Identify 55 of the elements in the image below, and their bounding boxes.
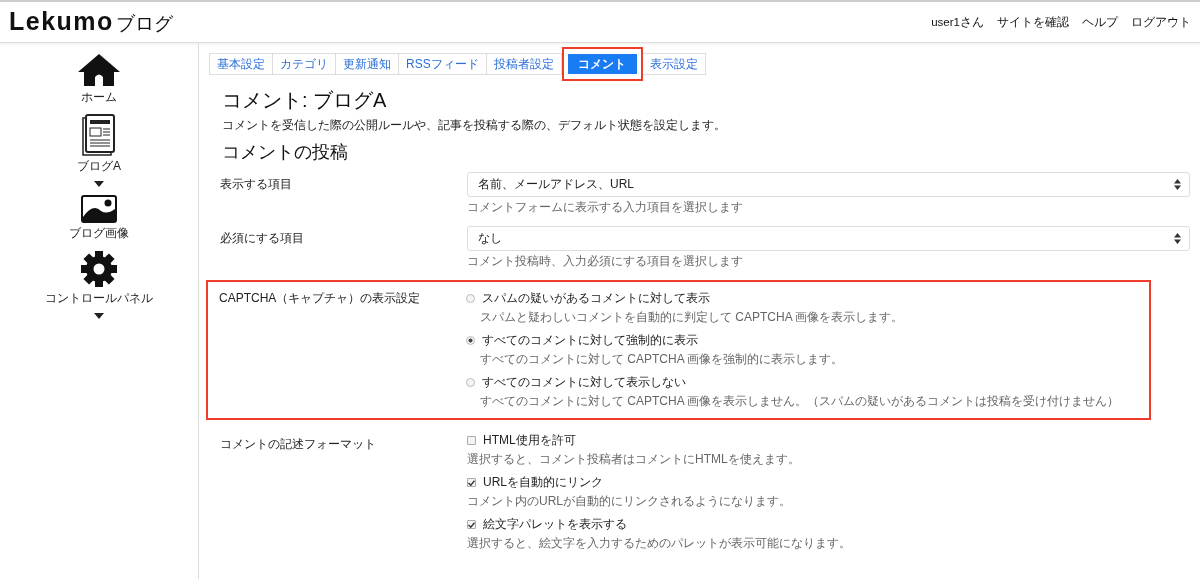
page-description: コメントを受信した際の公開ルールや、記事を投稿する際の、デフォルト状態を設定します。 [222,117,727,134]
help-text: すべてのコメントに対して CAPTCHA 画像を表示しません。（スパムの疑いがあるコメントは投稿を受け付けません） [479,393,1121,410]
radio-button[interactable] [466,378,475,387]
page-title: コメント: ブログA [222,88,388,113]
sidebar-item[interactable]: ブログA [77,158,121,175]
option-label: すべてのコメントに対して強制的に表示 [482,332,698,349]
dropdown[interactable]: 名前、メールアドレス、URL [467,172,1190,197]
sort-arrows-icon [1174,233,1181,244]
header-link[interactable]: user1さん [931,14,984,30]
dropdown[interactable]: なし [467,226,1190,251]
radio-button[interactable] [466,294,475,303]
caret-icon [94,313,104,319]
tab[interactable]: カテゴリ [273,53,336,75]
house-icon [77,53,121,87]
sidebar-item[interactable]: ブログ画像 [69,225,129,242]
tab[interactable]: コメント [567,54,637,75]
logo[interactable]: Lekumo ブログ [9,7,173,37]
tab[interactable]: 基本設定 [209,53,273,75]
sidebar-item[interactable]: コントロールパネル [45,290,153,307]
image-icon [81,195,117,223]
tab[interactable]: 投稿者設定 [486,53,562,75]
tab[interactable]: 表示設定 [642,53,706,75]
tab[interactable]: RSSフィード [399,53,487,75]
header-link[interactable]: ヘルプ [1082,14,1118,30]
settings-icon [80,250,118,288]
help-text: すべてのコメントに対して CAPTCHA 画像を強制的に表示します。 [479,351,845,368]
option-label: 絵文字パレットを表示する [483,516,627,533]
help-text: コメント投稿時、入力必須にする項目を選択します [467,253,744,270]
checkbox[interactable] [467,436,476,445]
help-text: 選択すると、絵文字を入力するためのパレットが表示可能になります。 [467,535,852,552]
option-label: スパムの疑いがあるコメントに対して表示 [482,290,710,307]
option-label: HTML使用を許可 [483,432,576,449]
help-text: スパムと疑わしいコメントを自動的に判定して CAPTCHA 画像を表示します。 [479,309,905,326]
field-label: コメントの記述フォーマット [219,436,377,453]
caret-icon [94,181,104,187]
tab[interactable]: 更新通知 [336,53,399,75]
section-title: コメントの投稿 [222,141,349,164]
checkmark-icon [468,479,475,486]
header-link[interactable]: ログアウト [1131,14,1191,30]
checkmark-icon [468,521,475,528]
field-label: CAPTCHA（キャプチャ）の表示設定 [219,290,422,307]
help-text: 選択すると、コメント投稿者はコメントにHTMLを使えます。 [467,451,801,468]
checkbox[interactable] [467,520,476,529]
checkbox[interactable] [467,478,476,487]
help-text: コメント内のURLが自動的にリンクされるようになります。 [467,493,792,510]
field-label: 表示する項目 [219,176,293,193]
newspaper-icon [82,114,116,156]
option-label: すべてのコメントに対して表示しない [482,374,686,391]
help-text: コメントフォームに表示する入力項目を選択します [467,199,744,216]
sort-arrows-icon [1174,179,1181,190]
option-label: URLを自動的にリンク [483,474,603,491]
sidebar-item[interactable]: ホーム [81,89,117,106]
radio-button[interactable] [466,336,475,345]
field-label: 必須にする項目 [219,230,305,247]
header-link[interactable]: サイトを確認 [997,14,1069,30]
